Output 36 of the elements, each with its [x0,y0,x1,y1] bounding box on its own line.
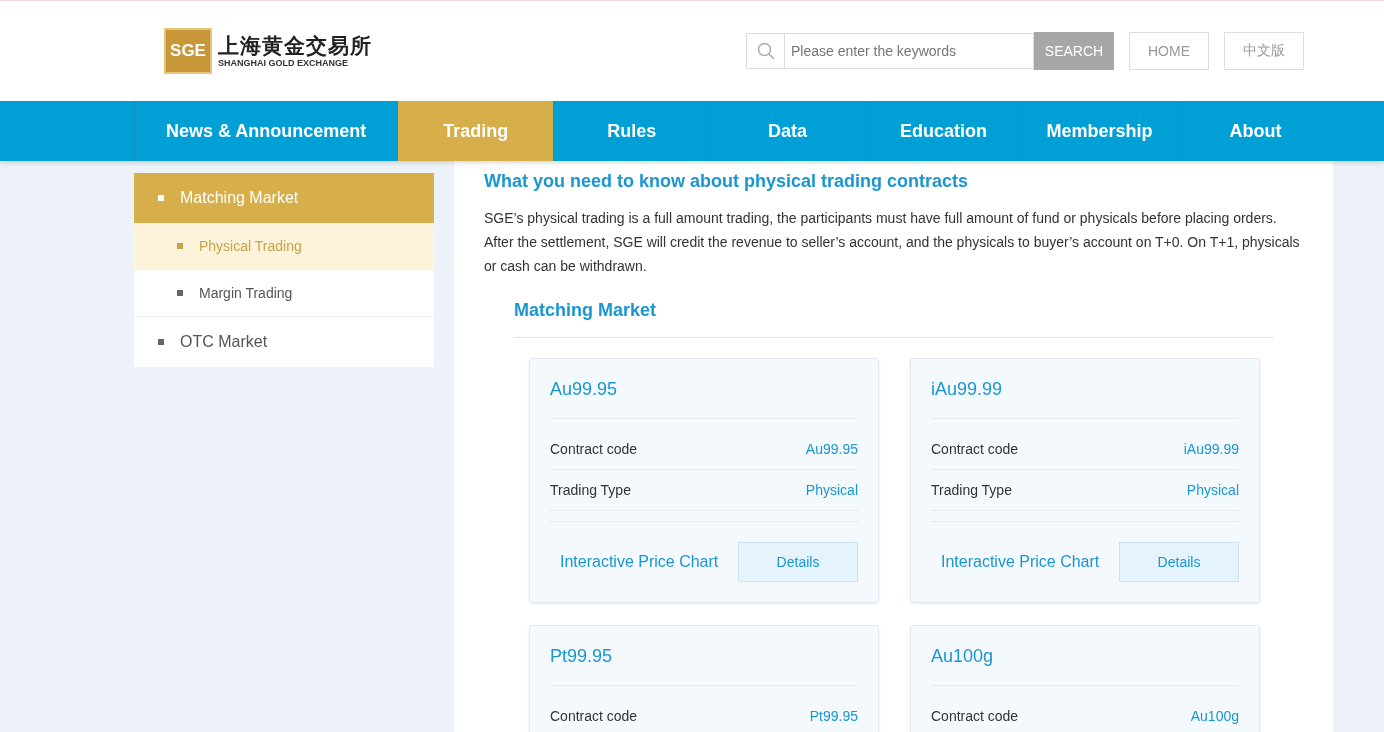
section-heading: Matching Market [514,300,1274,338]
row-value: iAu99.99 [1183,441,1239,457]
article-paragraph: SGE’s physical trading is a full amount trading, the participants must have full amount of fund or physicals before placing orders. After the settlement, SGE will credit the revenue to seller’s account, and the physicals to buyer’s account on T+0. On T+1, physicals or cash can be withdrawn. [484,209,1301,276]
sidebar-subitem[interactable]: Margin Trading [134,270,434,317]
sidebar-subitem[interactable]: Physical Trading [134,223,434,270]
details-button[interactable]: Details [1119,542,1239,582]
nav-tab[interactable]: Trading [397,101,554,161]
contract-name: Pt99.95 [550,626,858,686]
logo-english-name: SHANGHAI GOLD EXCHANGE [218,58,349,68]
header-link-button[interactable]: HOME [1129,32,1209,70]
row-label: Contract code [550,708,638,724]
search-icon [757,42,775,60]
contract-name: Au99.95 [550,359,858,419]
details-button[interactable]: Details [738,542,858,582]
contract-name: Au100g [931,626,1239,686]
row-label: Contract code [550,441,638,457]
row-value: Physical [1186,482,1239,498]
sidebar-item[interactable]: Matching Market [134,173,434,223]
search-button[interactable]: SEARCH [1034,32,1114,70]
header-link-button[interactable]: 中文版 [1224,32,1304,70]
row-label: Contract code [931,708,1019,724]
contract-name: iAu99.99 [931,359,1239,419]
logo-chinese-name: 上海黄金交易所 [218,34,372,58]
row-label: Trading Type [550,482,631,498]
sidebar-item[interactable]: OTC Market [134,317,434,367]
row-value: Au100g [1190,708,1239,724]
row-value: Physical [805,482,858,498]
price-chart-link[interactable]: Interactive Price Chart [560,553,719,571]
row-label: Contract code [931,441,1019,457]
search-field[interactable]: Please enter the keywords [746,33,1034,69]
price-chart-link[interactable]: Interactive Price Chart [941,553,1100,571]
row-value: Pt99.95 [809,708,858,724]
article-title: What you need to know about physical trading contracts [484,171,970,192]
row-value: Au99.95 [805,441,858,457]
logo-mark: SGE [164,28,212,74]
row-label: Trading Type [931,482,1012,498]
